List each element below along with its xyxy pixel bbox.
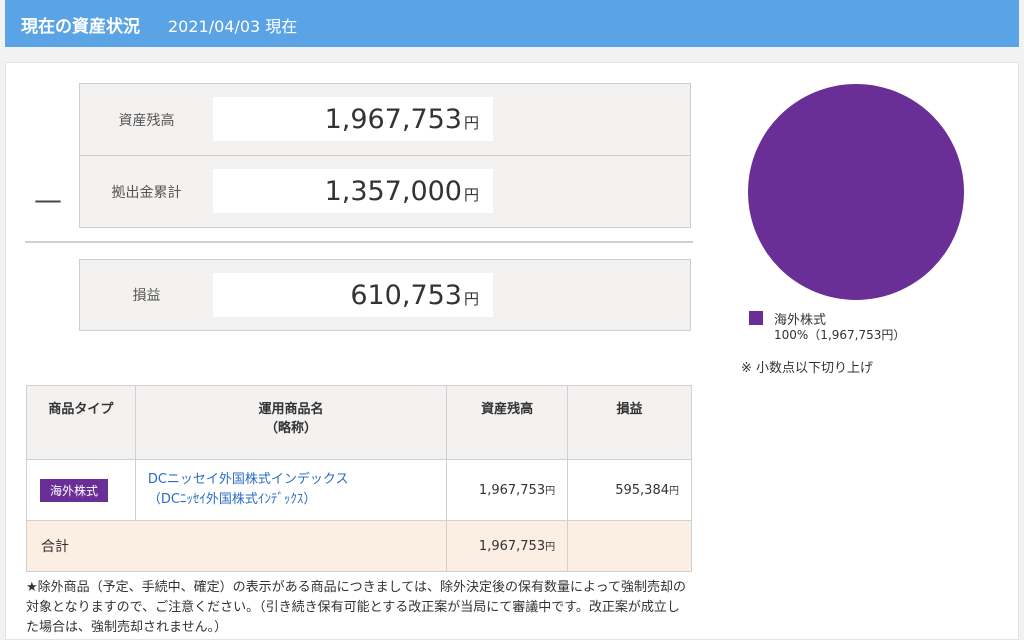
fund-short-name-link[interactable]: （DCﾆｯｾｲ外国株式ｲﾝﾃﾞｯｸｽ） (148, 490, 445, 510)
type-badge: 海外株式 (40, 478, 109, 502)
divider (25, 241, 693, 243)
rounding-note: ※ 小数点以下切り上げ (741, 361, 874, 376)
fund-name-link[interactable]: DCニッセイ外国株式インデックス (148, 470, 445, 490)
table-header-row: 商品タイプ 運用商品名 （略称） 資産残高 損益 (26, 385, 692, 460)
total-balance-cell: 1,967,753円 (446, 520, 569, 572)
profit-loss-row: 損益 610,753 円 (79, 259, 691, 331)
pl-cell: 595,384円 (567, 459, 692, 521)
total-label: 合計 (25, 520, 448, 572)
balance-value: 1,967,753 (478, 483, 546, 498)
contributions-value-box: 1,357,000 円 (213, 169, 493, 213)
contributions-value: 1,357,000 (324, 175, 462, 207)
assets-balance-value: 1,967,753 (324, 103, 462, 135)
assets-balance-row: 資産残高 1,967,753 円 (79, 83, 691, 156)
yen-unit: 円 (463, 185, 479, 204)
col-header-pl: 損益 (567, 385, 692, 460)
profit-loss-label: 損益 (132, 288, 161, 304)
col-header-name-line1: 運用商品名 (258, 402, 324, 417)
yen-unit: 円 (545, 542, 556, 553)
type-cell: 海外株式 (26, 459, 136, 521)
col-header-balance: 資産残高 (446, 385, 569, 460)
yen-unit: 円 (669, 486, 679, 497)
profit-loss-value-box: 610,753 円 (213, 273, 493, 317)
footnote: ★除外商品（予定、手続中、確定）の表示がある商品につきましては、除外決定後の保有… (26, 580, 686, 635)
assets-balance-value-box: 1,967,753 円 (213, 97, 493, 141)
col-header-name: 運用商品名 （略称） (134, 385, 448, 460)
yen-unit: 円 (545, 486, 556, 497)
page-header: 現在の資産状況 2021/04/03 現在 (5, 0, 1019, 47)
legend-value: 100%（1,967,753円） (774, 328, 906, 342)
col-header-name-line2: （略称） (265, 421, 318, 436)
pl-value: 595,384 (615, 483, 669, 498)
legend-swatch (749, 311, 763, 325)
balance-cell: 1,967,753円 (446, 459, 569, 521)
page-title: 現在の資産状況 (21, 17, 140, 37)
fund-name-cell: DCニッセイ外国株式インデックス （DCﾆｯｾｲ外国株式ｲﾝﾃﾞｯｸｽ） (134, 459, 448, 521)
table-row: 海外株式 DCニッセイ外国株式インデックス （DCﾆｯｾｲ外国株式ｲﾝﾃﾞｯｸｽ… (26, 459, 692, 521)
as-of-date: 2021/04/03 現在 (168, 17, 298, 36)
yen-unit: 円 (463, 289, 479, 308)
holdings-table: 商品タイプ 運用商品名 （略称） 資産残高 損益 海外株式 DCニッセイ外国株式… (25, 385, 692, 572)
minus-sign: — (34, 183, 62, 216)
total-pl-cell (567, 520, 692, 572)
total-row: 合計 1,967,753円 (25, 520, 692, 572)
contributions-row: 拠出金累計 1,357,000 円 (79, 155, 691, 228)
profit-loss-value: 610,753 (350, 279, 462, 311)
total-balance-value: 1,967,753 (478, 539, 546, 554)
col-header-type: 商品タイプ (26, 385, 136, 460)
pie-slice-overseas-stocks (748, 84, 964, 300)
contributions-label: 拠出金累計 (111, 184, 182, 201)
yen-unit: 円 (463, 113, 479, 132)
assets-balance-label: 資産残高 (118, 112, 175, 129)
